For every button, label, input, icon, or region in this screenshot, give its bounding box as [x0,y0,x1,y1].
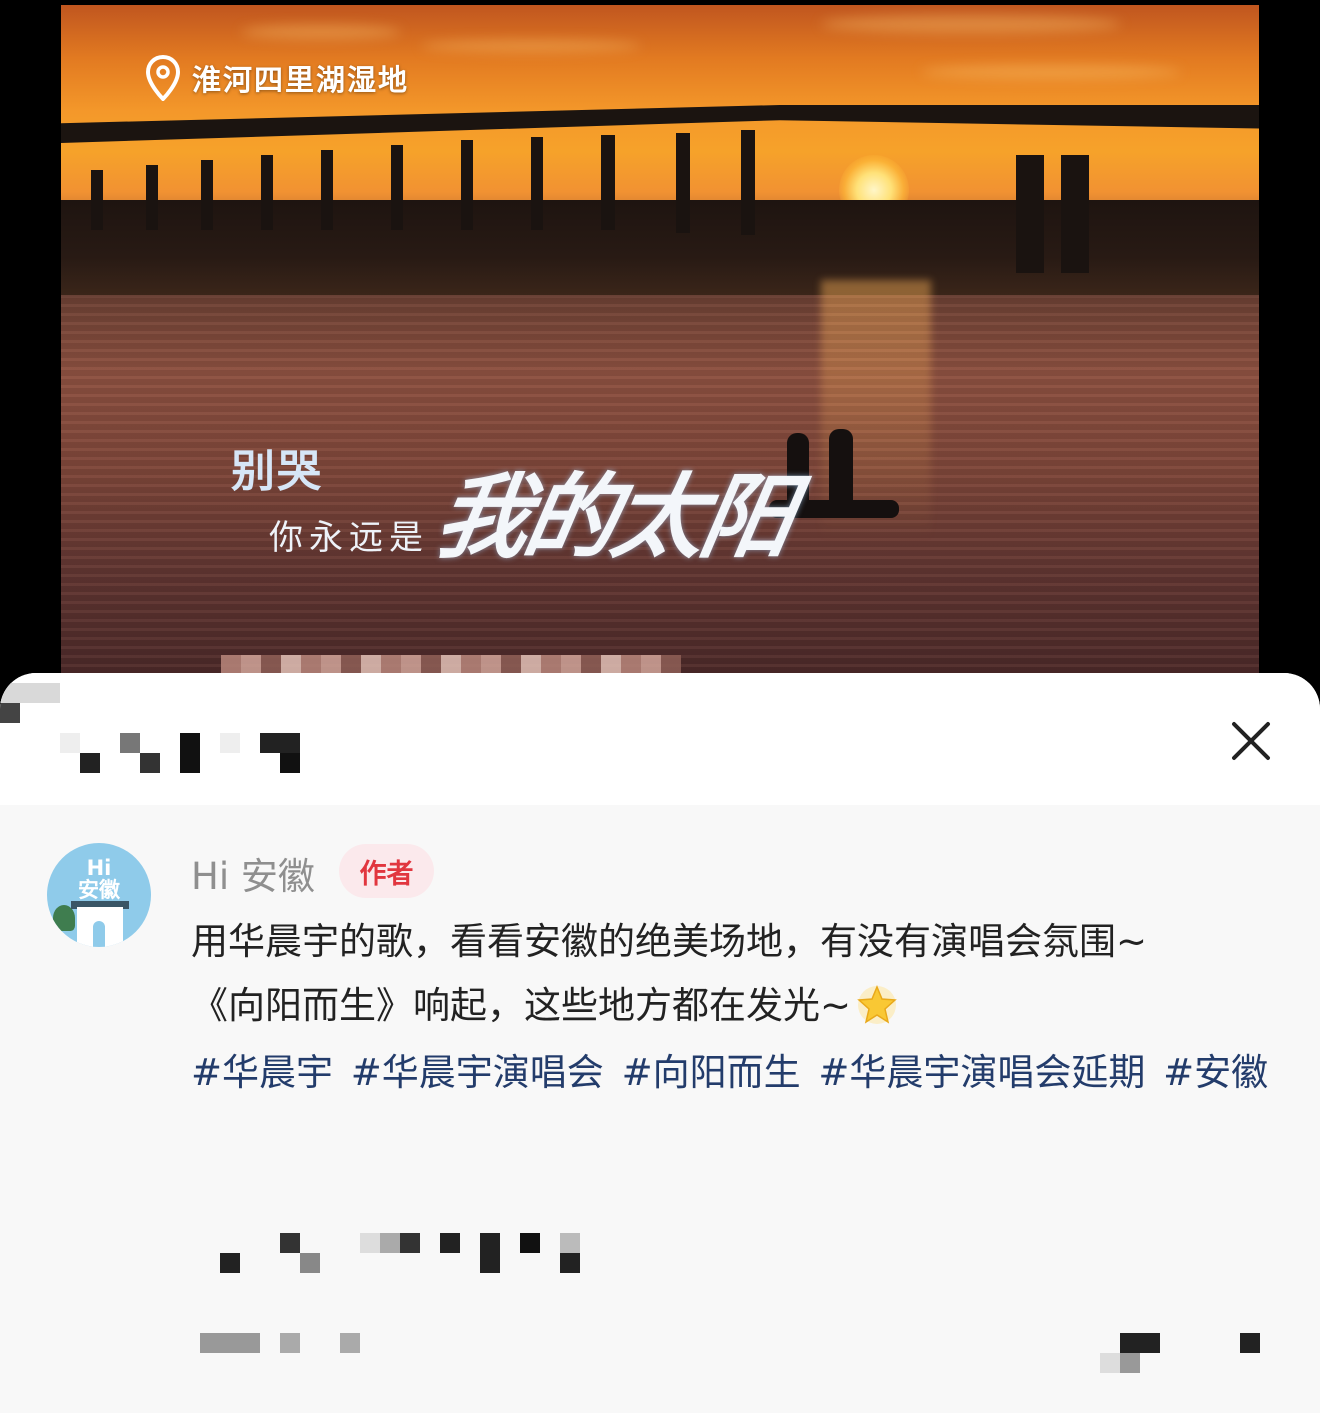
location-pin-icon [145,54,181,102]
hashtag-link[interactable]: #华晨宇演唱会延期 [818,1051,1145,1094]
lyric-line: 别哭 [231,446,323,497]
avatar-label: Hi 安徽 [78,856,120,902]
hashtag-list: #华晨宇 #华晨宇演唱会 #向阳而生 #华晨宇演唱会延期 #安徽 [191,1040,1281,1106]
bridge-pier [201,160,213,230]
comment-line-text: 《向阳而生》响起，这些地方都在发光~ [191,984,852,1027]
comment-sheet: Hi 安徽 Hi 安徽 作者 用华晨宇的歌，看看安徽的绝美场地，有没有演唱会氛围~… [0,673,1320,1413]
bridge-pier [391,145,403,230]
cloud [241,25,401,39]
avatar[interactable]: Hi 安徽 [47,843,151,947]
fisherman-silhouette [829,429,853,505]
bridge-deck [61,105,1259,143]
bridge-pier [91,170,103,230]
sheet-header [0,673,1320,805]
lyric-title: 我的太阳 [428,463,800,571]
bridge-pier [146,165,158,230]
video-player[interactable]: 淮河四里湖湿地 别哭 你永远是 我的太阳 [61,5,1259,673]
lyric-line: 你永远是 [269,518,429,558]
bridge-pier [1061,155,1089,273]
cloud [921,65,1181,79]
location-tag[interactable]: 淮河四里湖湿地 [145,54,410,102]
hashtag-link[interactable]: #华晨宇演唱会 [351,1051,604,1094]
hashtag-link[interactable]: #向阳而生 [622,1051,801,1094]
glowing-star-icon [855,982,899,1026]
bridge-pier [261,155,273,230]
bridge-pier [601,135,615,230]
hashtag-link[interactable]: #华晨宇 [191,1051,333,1094]
author-name[interactable]: Hi 安徽 [191,846,315,900]
bridge-pier [1016,155,1044,273]
bridge-pier [531,137,543,230]
bridge-pier [461,140,473,230]
cloud [821,15,1121,33]
comment-line: 用华晨宇的歌，看看安徽的绝美场地，有没有演唱会氛围~ [191,920,1148,963]
author-badge: 作者 [339,844,434,898]
cloud [421,40,641,52]
bridge-pier [741,130,755,235]
location-label: 淮河四里湖湿地 [192,63,410,97]
bridge-pier [321,150,333,230]
comment-body: 用华晨宇的歌，看看安徽的绝美场地，有没有演唱会氛围~ 《向阳而生》响起，这些地方… [191,910,1291,1038]
redacted-overlay [221,655,681,673]
hashtag-link[interactable]: #安徽 [1163,1051,1268,1094]
comment-line: 《向阳而生》响起，这些地方都在发光~ [191,974,1291,1038]
close-icon[interactable] [1228,718,1274,764]
house-door [93,921,105,947]
bridge-pier [676,133,690,233]
